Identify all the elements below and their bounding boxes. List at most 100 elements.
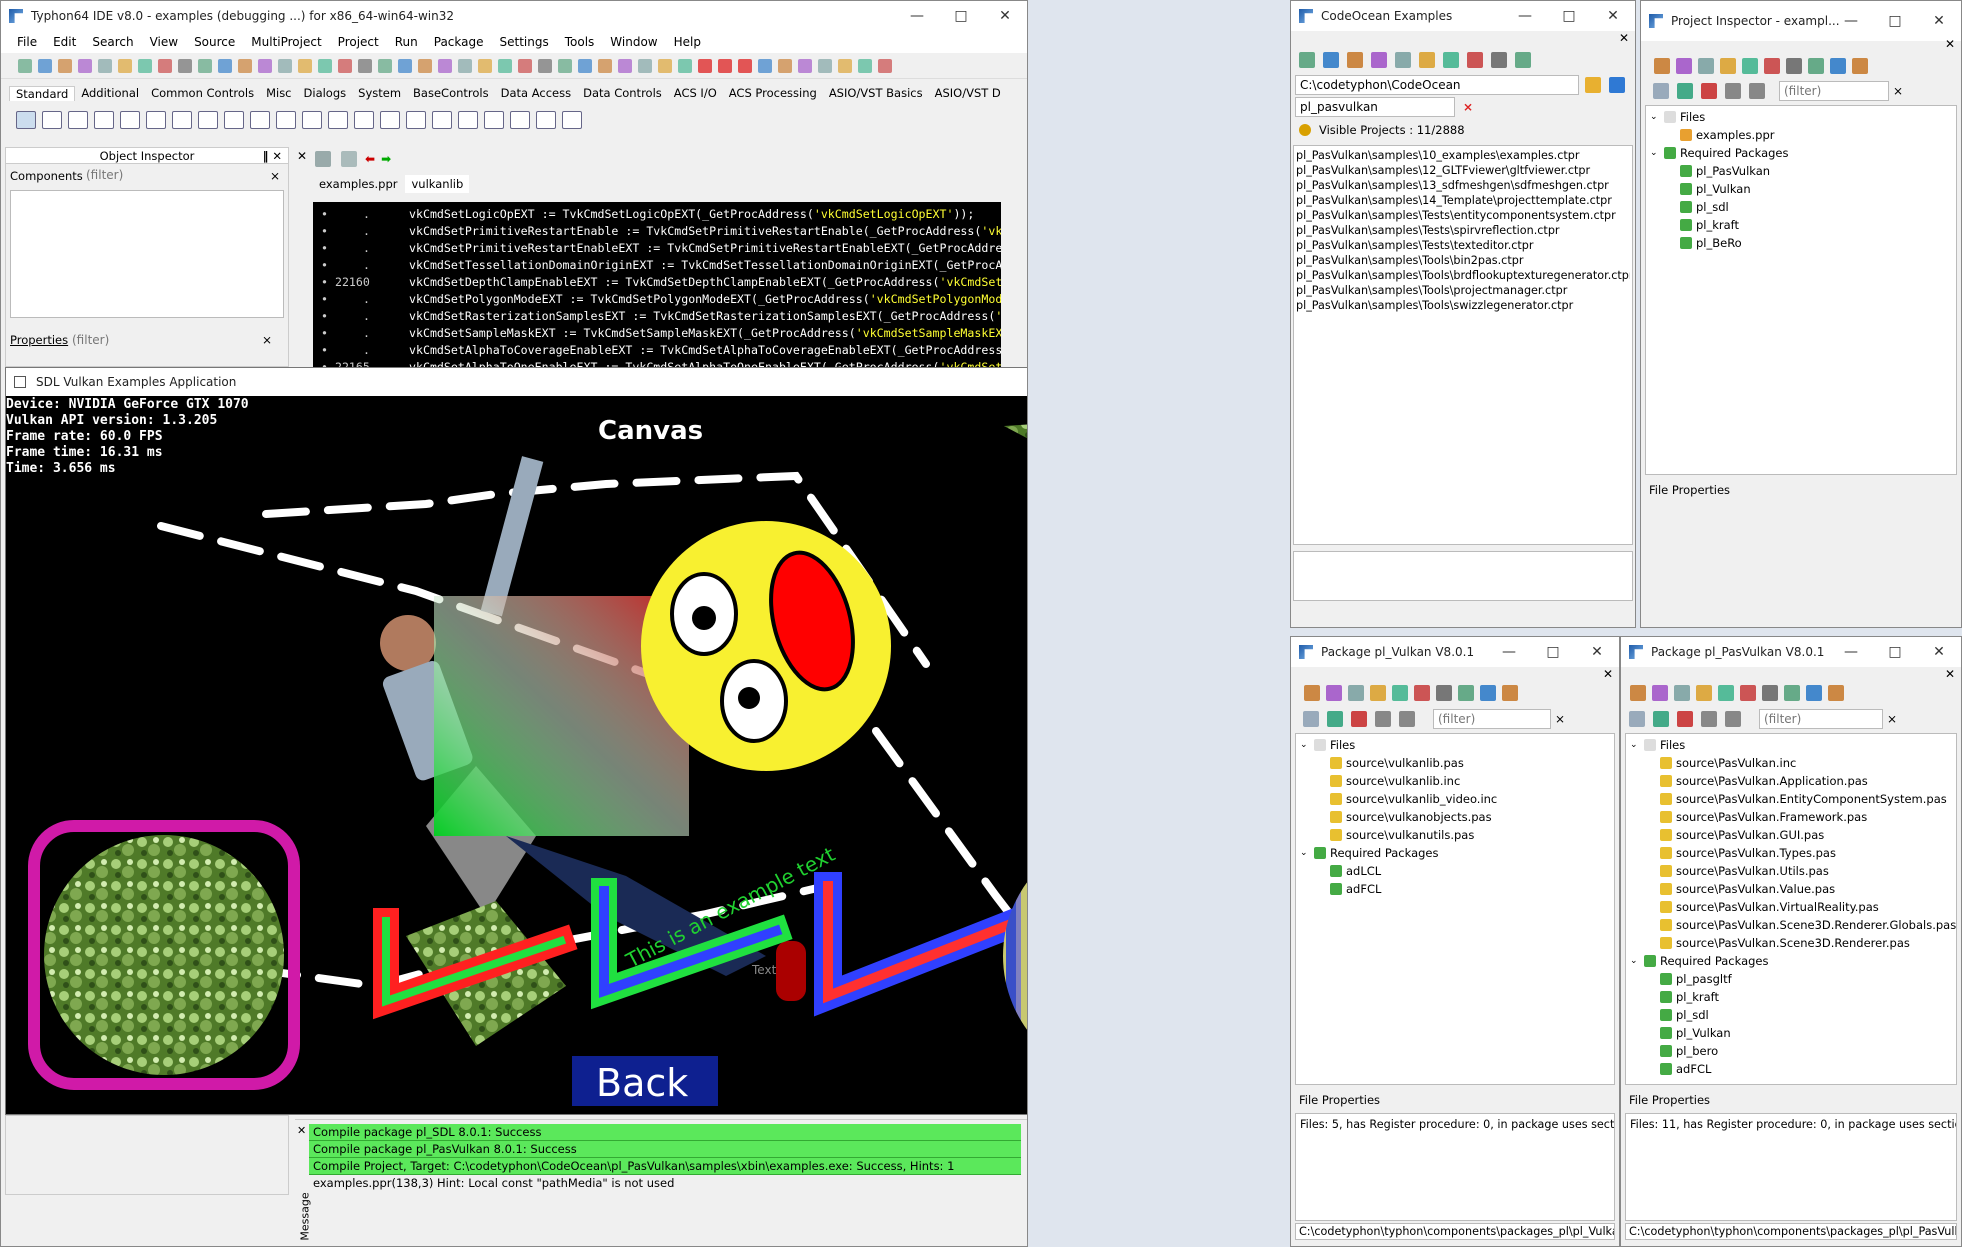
file-item[interactable]: source\PasVulkan.Scene3D.Renderer.pas [1628,934,1954,952]
components-filter[interactable]: (filter) [82,166,258,186]
palette-tab[interactable]: Misc [260,86,297,100]
file-item[interactable]: source\PasVulkan.Utils.pas [1628,862,1954,880]
palette-tab[interactable]: ACS Processing [723,86,823,100]
package-tool-icon[interactable] [1392,685,1408,701]
message-line[interactable]: Compile package pl_PasVulkan 8.0.1: Succ… [309,1141,1021,1158]
menu-search[interactable]: Search [84,35,141,49]
package-tool-icon[interactable] [1326,685,1342,701]
palette-component-icon[interactable] [328,111,348,129]
toolbar-icon[interactable] [138,58,152,73]
codeocean-tool-icon[interactable] [1467,52,1483,68]
pi-titlebar[interactable]: Project Inspector - exampl... — □ ✕ [1641,1,1961,41]
package-tool-icon[interactable] [1740,685,1756,701]
palette-tab[interactable]: Dialogs [298,86,353,100]
project-list-item[interactable]: pl_PasVulkan\samples\Tests\entitycompone… [1296,208,1630,223]
package-tool-icon[interactable] [1502,685,1518,701]
project-list-item[interactable]: pl_PasVulkan\samples\Tests\texteditor.ct… [1296,238,1630,253]
palette-component-icon[interactable] [120,111,140,129]
package-item[interactable]: pl_Vulkan [1648,180,1954,198]
pkgv-filter[interactable]: (filter) [1433,709,1551,729]
file-item[interactable]: source\PasVulkan.inc [1628,754,1954,772]
files-node[interactable]: ⌄ Files [1648,108,1954,126]
toolbar-icon[interactable] [578,58,592,73]
package-item[interactable]: adFCL [1628,1060,1954,1078]
pkgv-maximize[interactable]: □ [1531,637,1575,667]
package-tool-icon[interactable] [1652,685,1668,701]
codeocean-tool-icon[interactable] [1347,52,1363,68]
package-tool-icon[interactable] [1786,58,1802,74]
package-tool-icon[interactable] [1784,685,1800,701]
codeocean-tool-icon[interactable] [1443,52,1459,68]
toolbar-icon[interactable] [278,58,292,73]
codeocean-tool-icon[interactable] [1395,52,1411,68]
pkgv-minimize[interactable]: — [1487,637,1531,667]
toolbar-icon[interactable] [438,58,452,73]
codeocean-tool-icon[interactable] [1491,52,1507,68]
ide-titlebar[interactable]: Typhon64 IDE v8.0 - examples (debugging … [1,1,1027,31]
pkgp-minimize[interactable]: — [1829,637,1873,667]
toolbar-icon[interactable] [158,58,172,73]
package-item[interactable]: pl_kraft [1628,988,1954,1006]
package-tool-icon[interactable] [1676,58,1692,74]
expand-chevron-icon[interactable]: ⌄ [1630,952,1642,970]
project-list-item[interactable]: pl_PasVulkan\samples\Tools\bin2pas.ctpr [1296,253,1630,268]
palette-component-icon[interactable] [42,111,62,129]
palette-component-icon[interactable] [562,111,582,129]
package-tool-icon[interactable] [1742,58,1758,74]
file-item[interactable]: source\vulkanlib.pas [1298,754,1612,772]
package-tool-icon[interactable] [1828,685,1844,701]
pkgv-filter-clear-icon[interactable]: ⨯ [1555,712,1565,726]
pin-close-icons[interactable]: ‖ ✕ [263,148,282,164]
pi-minimize[interactable]: — [1829,1,1873,41]
file-item[interactable]: source\PasVulkan.Framework.pas [1628,808,1954,826]
co-minimize[interactable]: — [1503,1,1547,31]
toolbar-icon[interactable] [778,58,792,73]
package-item[interactable]: pl_PasVulkan [1648,162,1954,180]
menu-file[interactable]: File [9,35,45,49]
codeocean-tool-icon[interactable] [1419,52,1435,68]
project-list-item[interactable]: pl_PasVulkan\samples\10_examples\example… [1296,148,1630,163]
editor-tab[interactable]: examples.ppr [313,175,403,193]
pkgp-maximize[interactable]: □ [1873,637,1917,667]
menu-edit[interactable]: Edit [45,35,84,49]
package-tool-icon[interactable] [1696,685,1712,701]
filter-clear-icon[interactable]: ⨯ [270,169,280,183]
package-tool-icon[interactable] [1414,685,1430,701]
toolbar-icon[interactable] [118,58,132,73]
file-item[interactable]: examples.ppr [1648,126,1954,144]
editor-close-icon[interactable]: ✕ [297,149,307,163]
palette-component-icon[interactable] [224,111,244,129]
message-line[interactable]: Compile Project, Target: C:\codetyphon\C… [309,1158,1021,1175]
toolbar-icon[interactable] [498,58,512,73]
file-item[interactable]: source\PasVulkan.EntityComponentSystem.p… [1628,790,1954,808]
palette-component-icon[interactable] [432,111,452,129]
codeocean-tool-icon[interactable] [1299,52,1315,68]
palette-component-icon[interactable] [198,111,218,129]
back-button[interactable]: Back [572,1056,718,1106]
pkgp-panel-close-icon[interactable]: ✕ [1945,667,1955,681]
toolbar-icon[interactable] [218,58,232,73]
toolbar-icon[interactable] [58,58,72,73]
codeocean-path-field[interactable]: C:\codetyphon\CodeOcean [1295,75,1579,95]
pi-maximize[interactable]: □ [1873,1,1917,41]
package-tool-icon[interactable] [1762,685,1778,701]
required-packages-node[interactable]: ⌄ Required Packages [1298,844,1612,862]
palette-component-icon[interactable] [380,111,400,129]
palette-component-icon[interactable] [16,111,36,129]
palette-tab[interactable]: System [352,86,407,100]
toolbar-icon[interactable] [458,58,472,73]
file-item[interactable]: source\PasVulkan.VirtualReality.pas [1628,898,1954,916]
expand-chevron-icon[interactable]: ⌄ [1300,844,1312,862]
menu-run[interactable]: Run [387,35,426,49]
package-tool-icon[interactable] [1654,58,1670,74]
codeocean-tool-icon[interactable] [1323,52,1339,68]
toolbar-icon[interactable] [518,58,532,73]
toolbar-icon[interactable] [478,58,492,73]
package-tool-icon[interactable] [1458,685,1474,701]
palette-component-icon[interactable] [536,111,556,129]
file-item[interactable]: source\vulkanutils.pas [1298,826,1612,844]
palette-component-icon[interactable] [302,111,322,129]
palette-tab[interactable]: ASIO/VST DSP [929,86,1001,100]
required-packages-node[interactable]: ⌄ Required Packages [1648,144,1954,162]
palette-component-icon[interactable] [484,111,504,129]
